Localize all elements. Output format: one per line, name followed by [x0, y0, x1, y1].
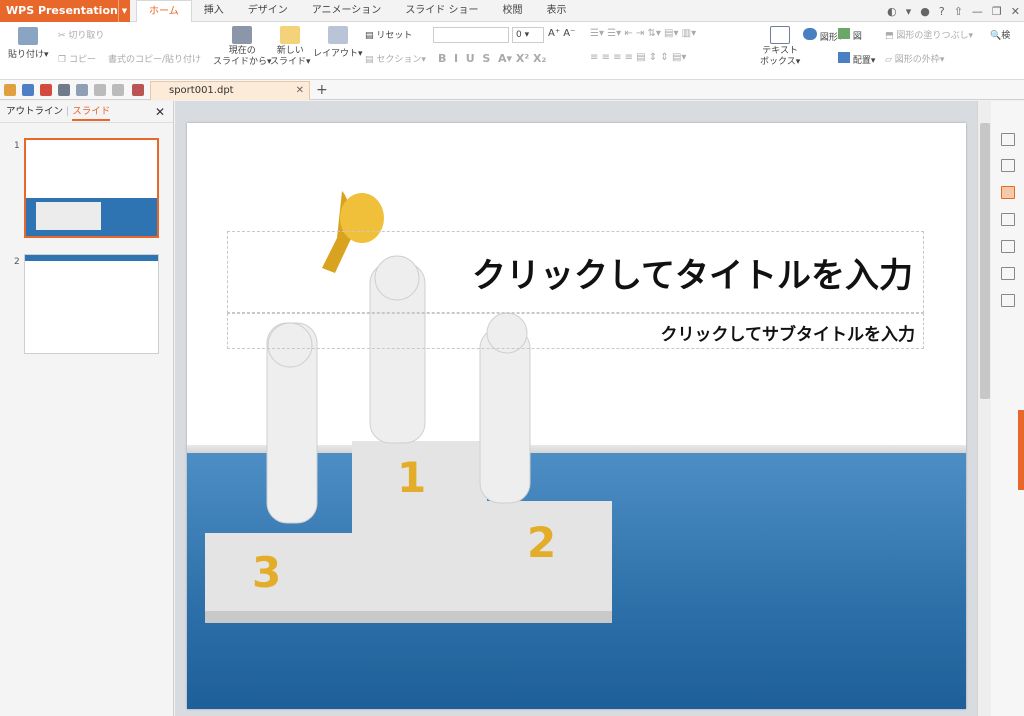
pdf-icon[interactable]: [40, 84, 52, 96]
font-style-buttons[interactable]: B I U S A▾ X² X₂: [438, 52, 546, 65]
task-pane-bar: [991, 101, 1024, 716]
panel-toggle-tab[interactable]: [1018, 410, 1024, 490]
find-button[interactable]: 🔍検: [990, 28, 1010, 41]
from-current-slide-button[interactable]: 現在の スライドから▾: [213, 26, 272, 68]
redo-icon[interactable]: [112, 84, 124, 96]
title-bar: WPS Presentation ▼ ホーム 挿入 デザイン アニメーション ス…: [0, 0, 1024, 23]
font-name-input[interactable]: [433, 27, 509, 43]
picture-icon: [838, 28, 850, 39]
app-menu-button[interactable]: WPS Presentation ▼: [0, 0, 130, 22]
window-controls: ◐ ▾ ● ? ⇧ — ❐ ✕: [887, 0, 1020, 22]
picture-button[interactable]: 図: [838, 28, 862, 42]
help-icon[interactable]: ?: [939, 5, 945, 18]
layout-button[interactable]: レイアウト▾: [313, 26, 363, 59]
tab-view[interactable]: 表示: [535, 0, 579, 22]
slide-panel: アウトライン | スライド ✕ 1 2: [0, 101, 174, 716]
outline-tab[interactable]: アウトライン: [6, 106, 63, 117]
search-icon: 🔍: [990, 31, 1002, 41]
restore-icon[interactable]: ❐: [992, 5, 1002, 18]
layout-pane-icon[interactable]: [1001, 240, 1015, 253]
scrollbar-thumb[interactable]: [980, 123, 990, 399]
shape-icon: [803, 28, 817, 40]
slide-subtitle[interactable]: クリックしてサブタイトルを入力: [661, 320, 916, 345]
preview-icon[interactable]: [76, 84, 88, 96]
podium-number-3: 3: [252, 548, 282, 597]
vertical-scrollbar[interactable]: [977, 101, 991, 716]
tab-slideshow[interactable]: スライド ショー: [393, 0, 490, 22]
cut-button[interactable]: ✂ 切り取り: [58, 28, 104, 41]
skin-icon[interactable]: ◐: [887, 5, 897, 18]
animation-icon[interactable]: [1001, 186, 1015, 199]
tab-design[interactable]: デザイン: [236, 0, 300, 22]
paste-button[interactable]: 貼り付け▾: [8, 27, 49, 60]
subtitle-placeholder[interactable]: クリックしてサブタイトルを入力: [227, 313, 924, 349]
customize-icon[interactable]: [132, 84, 144, 96]
new-document-icon[interactable]: [1001, 133, 1015, 146]
reset-button[interactable]: ▤ リセット: [365, 28, 412, 41]
podium-illustration: [205, 191, 612, 623]
doc-tab-label: sport001.dpt: [169, 85, 234, 96]
slide-number: 2: [14, 257, 20, 267]
format-painter-button[interactable]: 書式のコピー/貼り付け: [108, 52, 201, 65]
close-panel-icon[interactable]: ✕: [155, 101, 165, 123]
user-icon[interactable]: ●: [920, 5, 930, 18]
document-tab[interactable]: sport001.dpt ✕: [150, 81, 310, 100]
save-icon[interactable]: [22, 84, 34, 96]
section-button[interactable]: ▤ セクション▾: [365, 52, 426, 65]
transition-icon[interactable]: [1001, 213, 1015, 226]
chevron-down-icon[interactable]: ▼: [118, 0, 130, 22]
selection-icon[interactable]: [1001, 267, 1015, 280]
layout-icon: [327, 26, 348, 44]
list-buttons[interactable]: ☰▾ ☰▾ ⇤ ⇥ ⇅▾ ▤▾ ▥▾: [590, 28, 696, 39]
undo-icon[interactable]: [94, 84, 106, 96]
slide-1[interactable]: 1 2 3 クリックしてタイトルを入力 クリックしてサブタイトルを入力: [187, 123, 966, 709]
open-icon[interactable]: [4, 84, 16, 96]
clipboard-icon: [18, 27, 39, 45]
app-title: WPS Presentation: [6, 4, 118, 17]
panel-tabs: アウトライン | スライド ✕: [0, 101, 173, 123]
tab-review[interactable]: 校閲: [491, 0, 535, 22]
minimize-icon[interactable]: —: [972, 5, 983, 18]
podium-number-1: 1: [397, 453, 427, 502]
text-box-button[interactable]: テキスト ボックス▾: [760, 26, 800, 68]
upload-icon[interactable]: ⇧: [954, 5, 963, 18]
new-tab-icon[interactable]: +: [316, 82, 328, 98]
slide-title[interactable]: クリックしてタイトルを入力: [472, 248, 913, 297]
figure-second: [479, 327, 531, 504]
align-buttons[interactable]: ≡ ≡ ≡ ≡ ▤ ⇕ ⇕ ▤▾: [590, 52, 686, 63]
arrange-button[interactable]: 配置▾: [838, 52, 875, 66]
close-icon[interactable]: ✕: [1011, 5, 1020, 18]
slide-canvas: 1 2 3 クリックしてタイトルを入力 クリックしてサブタイトルを入力: [175, 101, 977, 716]
new-slide-icon: [280, 26, 301, 44]
podium-number-2: 2: [527, 518, 557, 567]
shirt-icon[interactable]: ▾: [906, 5, 912, 18]
close-tab-icon[interactable]: ✕: [296, 82, 304, 100]
shape-button[interactable]: 図形▾: [803, 28, 842, 43]
backup-icon[interactable]: [1001, 294, 1015, 307]
slides-tab[interactable]: スライド: [72, 106, 111, 121]
ribbon-home: 貼り付け▾ ✂ 切り取り ❐ コピー 書式のコピー/貼り付け 現在の スライドから…: [0, 22, 1024, 80]
shape-fill-button[interactable]: ⬒ 図形の塗りつぶし▾: [885, 28, 973, 41]
tab-animation[interactable]: アニメーション: [300, 0, 394, 22]
title-placeholder[interactable]: クリックしてタイトルを入力: [227, 231, 924, 313]
slide-thumbnail-1[interactable]: [24, 138, 159, 238]
ribbon-tabs: ホーム 挿入 デザイン アニメーション スライド ショー 校閲 表示: [136, 0, 579, 23]
text-box-icon: [770, 26, 791, 44]
copy-button[interactable]: ❐ コピー: [58, 52, 96, 65]
slide-number: 1: [14, 141, 20, 151]
tab-home[interactable]: ホーム: [136, 0, 192, 23]
print-icon[interactable]: [58, 84, 70, 96]
shape-outline-button[interactable]: ▱ 図形の外枠▾: [885, 52, 944, 65]
new-slide-button[interactable]: 新しい スライド▾: [270, 26, 311, 68]
styles-icon[interactable]: [1001, 159, 1015, 172]
slideshow-icon: [232, 26, 253, 44]
slide-thumbnail-2[interactable]: [24, 254, 159, 354]
font-grow-button[interactable]: A⁺ A⁻: [548, 28, 575, 39]
arrange-icon: [838, 52, 850, 63]
tab-insert[interactable]: 挿入: [192, 0, 236, 22]
font-size-input[interactable]: 0 ▾: [512, 27, 544, 43]
